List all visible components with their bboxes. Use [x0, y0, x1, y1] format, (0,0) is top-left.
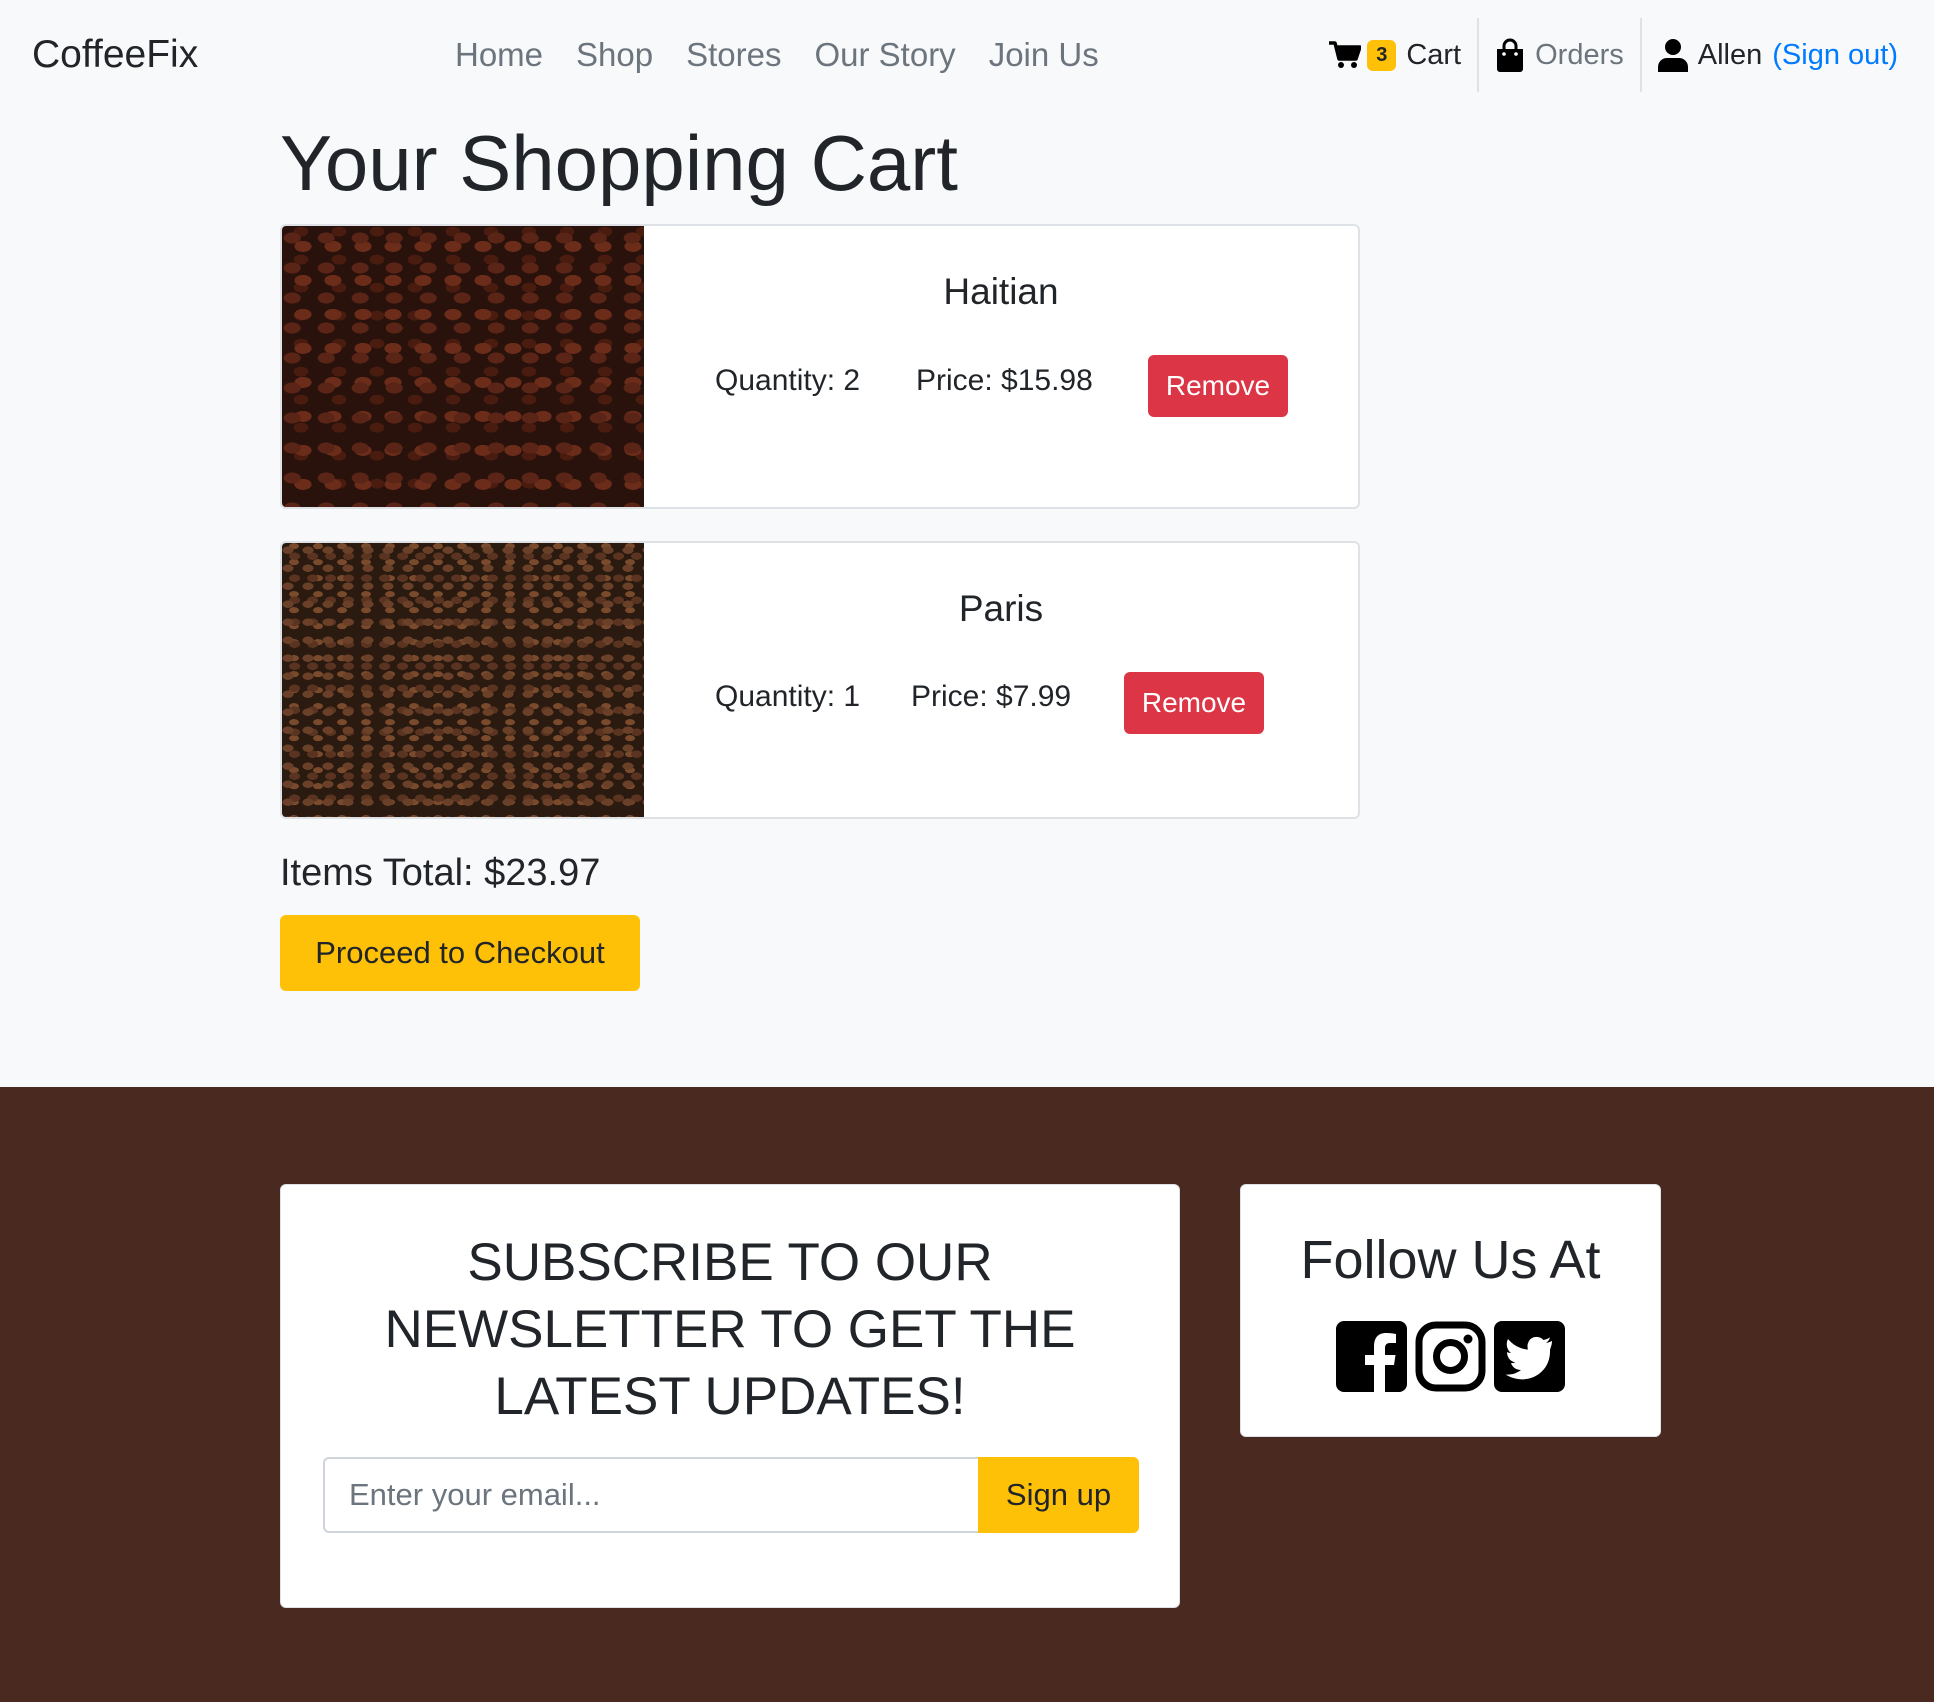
product-image [282, 226, 644, 507]
follow-card: Follow Us At [1240, 1184, 1661, 1437]
facebook-icon[interactable] [1336, 1321, 1407, 1392]
nav-link-stores[interactable]: Stores [686, 36, 781, 74]
social-links [1241, 1321, 1660, 1392]
user-name: Allen [1697, 38, 1763, 71]
orders-link[interactable]: Orders [1479, 18, 1642, 92]
cart-count-badge: 3 [1367, 39, 1397, 71]
email-input[interactable] [323, 1457, 978, 1533]
checkout-button[interactable]: Proceed to Checkout [280, 915, 640, 991]
product-quantity: Quantity: 1 [715, 680, 861, 713]
cart-item: Haitian Quantity: 2 Price: $15.98 Remove [280, 224, 1360, 509]
remove-button[interactable]: Remove [1124, 672, 1264, 734]
nav-link-home[interactable]: Home [455, 36, 543, 74]
nav-link-our-story[interactable]: Our Story [814, 36, 955, 74]
sign-out-link[interactable]: (Sign out) [1772, 39, 1898, 72]
product-image [282, 543, 644, 817]
newsletter-title: SUBSCRIBE TO OUR NEWSLETTER TO GET THE L… [384, 1233, 1076, 1426]
signup-button[interactable]: Sign up [978, 1457, 1139, 1533]
account-nav: 3 Cart Orders Allen (Sign out) [1313, 18, 1914, 92]
user-icon [1657, 38, 1688, 72]
product-price: Price: $7.99 [911, 680, 1072, 713]
footer: SUBSCRIBE TO OUR NEWSLETTER TO GET THE L… [0, 1087, 1934, 1702]
cart-link[interactable]: 3 Cart [1313, 18, 1480, 92]
cart-label: Cart [1406, 38, 1462, 71]
brand-logo[interactable]: CoffeeFix [32, 33, 198, 77]
product-quantity: Quantity: 2 [715, 364, 861, 397]
cart-icon [1329, 41, 1362, 69]
instagram-icon[interactable] [1415, 1321, 1486, 1392]
page-title: Your Shopping Cart [280, 119, 958, 207]
orders-label: Orders [1535, 38, 1624, 71]
product-name: Haitian [943, 271, 1059, 312]
newsletter-card: SUBSCRIBE TO OUR NEWSLETTER TO GET THE L… [280, 1184, 1180, 1608]
user-menu: Allen (Sign out) [1642, 18, 1914, 92]
nav-link-shop[interactable]: Shop [576, 36, 653, 74]
items-total: Items Total: $23.97 [280, 852, 601, 894]
main-nav: Home Shop Stores Our Story Join Us [455, 36, 1099, 74]
cart-item: Paris Quantity: 1 Price: $7.99 Remove [280, 541, 1360, 819]
navbar: CoffeeFix Home Shop Stores Our Story Joi… [0, 0, 1934, 112]
product-name: Paris [958, 588, 1044, 629]
twitter-icon[interactable] [1494, 1321, 1565, 1392]
follow-title: Follow Us At [1300, 1230, 1601, 1290]
remove-button[interactable]: Remove [1148, 355, 1288, 417]
nav-link-join-us[interactable]: Join Us [989, 36, 1099, 74]
shopping-bag-icon [1495, 38, 1525, 72]
product-price: Price: $15.98 [916, 364, 1093, 397]
